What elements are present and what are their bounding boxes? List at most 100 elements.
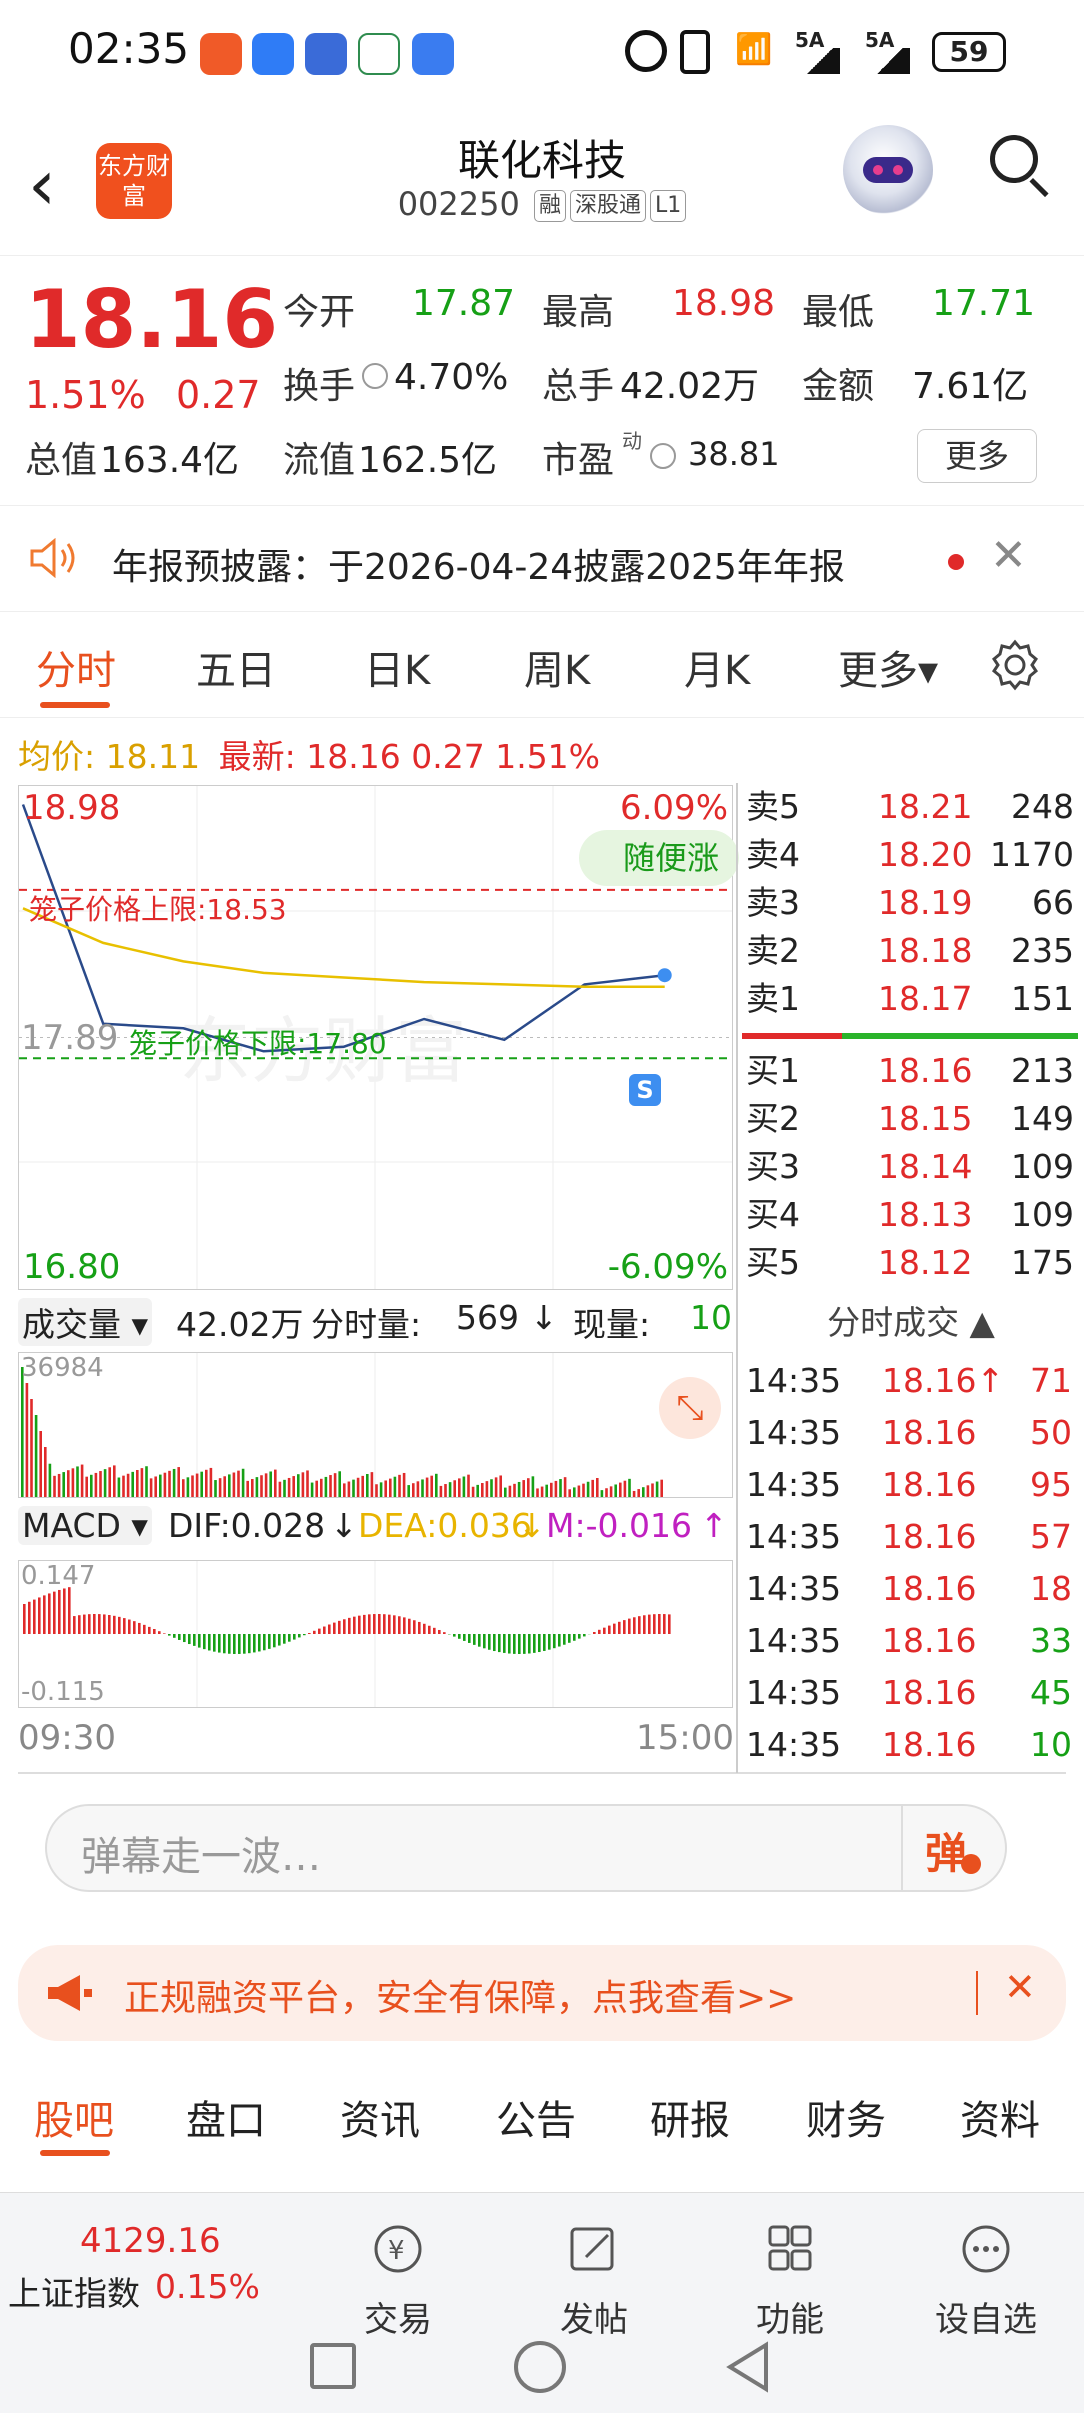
volume-bar — [334, 1473, 337, 1497]
nav-add-watchlist[interactable]: 设自选 — [916, 2223, 1056, 2341]
order-book[interactable]: 卖518.21248 卖418.201170 卖318.1966 卖218.18… — [738, 783, 1084, 1287]
tick-list-title[interactable]: 分时成交 ▲ — [738, 1298, 1084, 1348]
latest-pct: 1.51% — [495, 737, 600, 776]
volume-bar — [476, 1485, 479, 1497]
tab-research[interactable]: 研报 — [650, 2088, 730, 2146]
active-tab-indicator — [40, 702, 110, 708]
volume-bar — [159, 1475, 162, 1497]
volume-chart[interactable]: 36984 ⤡ — [18, 1352, 733, 1498]
macd-bar — [173, 1634, 176, 1638]
macd-bar — [108, 1615, 111, 1634]
tab-intraday[interactable]: 分时 — [36, 638, 116, 696]
macd-bar — [178, 1634, 181, 1640]
macd-bar — [138, 1623, 141, 1634]
macd-bar — [583, 1634, 586, 1636]
settings-gear-icon[interactable] — [988, 638, 1042, 692]
tab-finance[interactable]: 财务 — [806, 2088, 886, 2146]
danmu-input[interactable]: 弹幕走一波… 弹 — [45, 1804, 1007, 1892]
clock: 02:35 — [68, 24, 189, 73]
volume-bar — [357, 1478, 360, 1497]
volume-bar — [513, 1484, 516, 1497]
volume-bar — [614, 1484, 617, 1497]
tab-guba[interactable]: 股吧 — [34, 2088, 114, 2146]
volume-bar — [108, 1467, 111, 1497]
volume-indicator-select[interactable]: 成交量 ▾ — [18, 1298, 152, 1346]
home-button[interactable] — [514, 2341, 566, 2393]
search-icon[interactable] — [990, 135, 1038, 183]
index-ticker[interactable]: 4129.16 上证指数 0.15% — [0, 2207, 270, 2317]
tab-five-day[interactable]: 五日 — [196, 638, 276, 696]
notice-bar[interactable]: 年报预披露：于2026-04-24披露2025年年报 ✕ — [0, 506, 1084, 612]
s-badge[interactable]: S — [629, 1074, 661, 1106]
macd-bar — [398, 1616, 401, 1634]
assistant-robot-icon[interactable] — [843, 125, 933, 215]
macd-bar — [88, 1614, 91, 1634]
more-button[interactable]: 更多 — [917, 429, 1037, 483]
nav-functions[interactable]: 功能 — [720, 2223, 860, 2341]
low-label: 最低 — [802, 283, 874, 335]
tick-volume-value: 569 — [456, 1298, 519, 1337]
tab-monthly-k[interactable]: 月K — [684, 638, 750, 696]
volume-bar — [260, 1475, 263, 1497]
volume-bar — [131, 1472, 134, 1497]
svg-text:¥: ¥ — [388, 2236, 405, 2266]
tab-news[interactable]: 资讯 — [340, 2088, 420, 2146]
volume-bar — [384, 1480, 387, 1497]
volume-bar — [550, 1483, 553, 1497]
macd-bar — [523, 1634, 526, 1654]
open-label: 今开 — [283, 283, 355, 335]
volume-bar — [21, 1367, 24, 1497]
latest-label: 最新: — [219, 737, 296, 776]
macd-bar — [33, 1600, 36, 1634]
nav-post[interactable]: 发帖 — [524, 2223, 664, 2341]
macd-bar — [48, 1593, 51, 1634]
tab-more[interactable]: 更多▾ — [838, 638, 938, 696]
ad-banner[interactable]: 正规融资平台，安全有保障，点我查看>> ✕ — [18, 1945, 1066, 2041]
edit-icon — [566, 2223, 622, 2275]
pct-axis-bottom: -6.09% — [608, 1247, 728, 1287]
tab-pankou[interactable]: 盘口 — [186, 2088, 266, 2146]
macd-indicator-select[interactable]: MACD ▾ — [18, 1506, 152, 1545]
danmu-send-button[interactable]: 弹 — [925, 1820, 967, 1881]
macd-bar — [243, 1634, 246, 1654]
macd-bar — [663, 1614, 666, 1634]
intraday-chart[interactable]: 东方财富 18.98 6.09% 16.80 -6.09% 17.89 笼子价格… — [18, 785, 733, 1290]
tab-weekly-k[interactable]: 周K — [524, 638, 590, 696]
random-rise-badge[interactable]: 随便涨 — [579, 830, 739, 886]
now-volume-label: 现量: — [573, 1298, 650, 1346]
macd-chart[interactable]: 0.147 -0.115 — [18, 1560, 733, 1708]
macd-bar — [263, 1634, 266, 1650]
macd-bar — [468, 1634, 471, 1643]
expand-icon[interactable]: ⤡ — [659, 1377, 721, 1439]
close-icon[interactable]: ✕ — [990, 530, 1027, 581]
stock-header: ‹ 东方财富 联化科技 002250 融深股通L1 — [0, 105, 1084, 256]
volume-bar — [90, 1475, 93, 1497]
tick-row: 14:3518.1657 — [738, 1511, 1084, 1563]
back-nav-button[interactable] — [722, 2341, 774, 2393]
volume-bar — [329, 1475, 332, 1497]
macd-bar — [358, 1616, 361, 1634]
macd-bar — [28, 1602, 31, 1634]
nav-trade[interactable]: ¥ 交易 — [328, 2223, 468, 2341]
tab-profile[interactable]: 资料 — [960, 2088, 1040, 2146]
volume-bar — [343, 1483, 346, 1497]
arrow-down-icon: ↓ — [518, 1506, 546, 1545]
volume-bar — [104, 1469, 107, 1497]
macd-bar — [328, 1625, 331, 1634]
volume-bar — [656, 1482, 659, 1497]
bid-row: 买518.12175 — [738, 1239, 1084, 1287]
close-icon[interactable]: ✕ — [1004, 1965, 1036, 2009]
info-icon[interactable] — [362, 363, 388, 389]
tick-list[interactable]: 14:3518.16↑71 14:3518.1650 14:3518.1695 … — [738, 1355, 1084, 1771]
tab-announcements[interactable]: 公告 — [496, 2088, 576, 2146]
volume-bar — [219, 1478, 222, 1497]
volume-bar — [453, 1480, 456, 1497]
recent-apps-button[interactable] — [310, 2343, 356, 2389]
info-icon[interactable] — [650, 443, 676, 469]
macd-bar — [413, 1620, 416, 1634]
macd-bar — [443, 1632, 446, 1634]
volume-bar — [555, 1481, 558, 1497]
volume-bar — [150, 1478, 153, 1497]
tab-daily-k[interactable]: 日K — [364, 638, 430, 696]
volume-bar — [39, 1431, 42, 1497]
